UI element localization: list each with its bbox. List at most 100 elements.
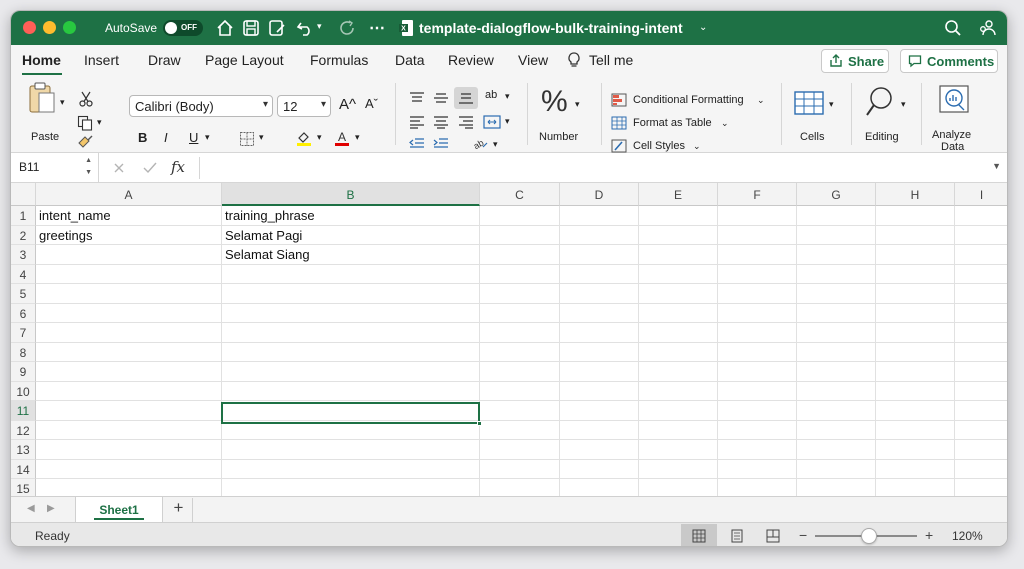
cell-g8[interactable] bbox=[797, 342, 876, 362]
align-top-icon[interactable] bbox=[409, 91, 425, 105]
save-icon[interactable] bbox=[241, 18, 261, 38]
cell-h12[interactable] bbox=[876, 420, 955, 440]
cell-i5[interactable] bbox=[955, 284, 1007, 304]
chevron-down-icon[interactable]: ⌄ bbox=[721, 118, 729, 129]
wrap-text-button[interactable]: ab bbox=[485, 89, 497, 101]
cell-g7[interactable] bbox=[797, 323, 876, 343]
account-icon[interactable] bbox=[977, 18, 997, 38]
align-left-icon[interactable] bbox=[409, 115, 425, 129]
cell-f10[interactable] bbox=[718, 381, 797, 401]
cell-d3[interactable] bbox=[560, 245, 639, 265]
cell-h6[interactable] bbox=[876, 303, 955, 323]
copy-dropdown-icon[interactable]: ▾ bbox=[97, 117, 102, 128]
cell-b1[interactable]: training_phrase bbox=[222, 206, 480, 226]
cell-h1[interactable] bbox=[876, 206, 955, 226]
tab-view[interactable]: View bbox=[518, 52, 548, 68]
comments-button[interactable]: Comments bbox=[900, 49, 998, 73]
cell-i14[interactable] bbox=[955, 460, 1007, 479]
cell-c10[interactable] bbox=[480, 381, 560, 401]
underline-button[interactable]: U bbox=[189, 130, 198, 145]
cell-a12[interactable] bbox=[36, 420, 222, 440]
cell-d8[interactable] bbox=[560, 342, 639, 362]
fill-color-icon[interactable] bbox=[295, 129, 313, 147]
font-name-select[interactable]: Calibri (Body) ▾ bbox=[129, 95, 273, 117]
format-painter-icon[interactable] bbox=[77, 135, 93, 149]
align-middle-icon[interactable] bbox=[433, 91, 449, 105]
cell-a3[interactable] bbox=[36, 245, 222, 265]
cell-g2[interactable] bbox=[797, 225, 876, 245]
copy-icon[interactable] bbox=[77, 115, 93, 131]
cell-d15[interactable] bbox=[560, 479, 639, 496]
cell-e4[interactable] bbox=[639, 264, 718, 284]
cell-e3[interactable] bbox=[639, 245, 718, 265]
cell-h10[interactable] bbox=[876, 381, 955, 401]
cell-d5[interactable] bbox=[560, 284, 639, 304]
column-header-f[interactable]: F bbox=[718, 183, 797, 206]
zoom-slider-handle[interactable] bbox=[861, 528, 877, 544]
increase-indent-icon[interactable] bbox=[433, 137, 449, 149]
cell-g11[interactable] bbox=[797, 401, 876, 421]
tab-formulas[interactable]: Formulas bbox=[310, 52, 368, 68]
cell-e6[interactable] bbox=[639, 303, 718, 323]
cell-f15[interactable] bbox=[718, 479, 797, 496]
orientation-dropdown-icon[interactable]: ▾ bbox=[493, 139, 498, 150]
column-header-e[interactable]: E bbox=[639, 183, 718, 206]
tab-draw[interactable]: Draw bbox=[148, 52, 181, 68]
cell-g14[interactable] bbox=[797, 459, 876, 479]
cell-c2[interactable] bbox=[480, 225, 560, 245]
normal-view-button[interactable] bbox=[681, 524, 717, 546]
number-dropdown-icon[interactable]: ▾ bbox=[575, 99, 580, 110]
tab-page-layout[interactable]: Page Layout bbox=[205, 52, 284, 68]
autosave-toggle[interactable]: OFF bbox=[163, 20, 203, 36]
row-header-7[interactable]: 7 bbox=[11, 323, 36, 343]
spreadsheet-grid[interactable]: A B C D E F G H I 1 intent_name training_phrase 2 gre… bbox=[11, 183, 1007, 496]
cell-c8[interactable] bbox=[480, 342, 560, 362]
align-center-icon[interactable] bbox=[433, 115, 449, 129]
save-as-icon[interactable] bbox=[267, 18, 287, 38]
fill-handle[interactable] bbox=[477, 421, 482, 426]
column-header-h[interactable]: H bbox=[876, 183, 955, 206]
cell-c4[interactable] bbox=[480, 264, 560, 284]
cell-d7[interactable] bbox=[560, 323, 639, 343]
cell-d10[interactable] bbox=[560, 381, 639, 401]
editing-dropdown-icon[interactable]: ▾ bbox=[901, 99, 906, 110]
cell-a6[interactable] bbox=[36, 303, 222, 323]
zoom-out-button[interactable]: − bbox=[799, 527, 807, 543]
undo-dropdown-icon[interactable]: ▾ bbox=[317, 21, 322, 32]
wrap-text-dropdown-icon[interactable]: ▾ bbox=[505, 91, 510, 102]
cell-h3[interactable] bbox=[876, 245, 955, 265]
cell-i10[interactable] bbox=[955, 382, 1007, 401]
cells-icon[interactable] bbox=[793, 89, 825, 117]
conditional-formatting-button[interactable]: Conditional Formatting bbox=[633, 94, 744, 106]
cell-b7[interactable] bbox=[222, 323, 480, 343]
cell-f9[interactable] bbox=[718, 362, 797, 382]
cell-d14[interactable] bbox=[560, 459, 639, 479]
cell-d1[interactable] bbox=[560, 206, 639, 226]
tell-me-search[interactable]: Tell me bbox=[589, 52, 633, 68]
cell-e12[interactable] bbox=[639, 420, 718, 440]
cell-i1[interactable] bbox=[955, 206, 1007, 226]
cell-h5[interactable] bbox=[876, 284, 955, 304]
cell-b14[interactable] bbox=[222, 459, 480, 479]
home-icon[interactable] bbox=[215, 18, 235, 38]
cell-d6[interactable] bbox=[560, 303, 639, 323]
document-title[interactable]: template-dialogflow-bulk-training-intent bbox=[419, 20, 683, 36]
paste-dropdown-icon[interactable]: ▾ bbox=[60, 97, 65, 108]
cell-d4[interactable] bbox=[560, 264, 639, 284]
cell-i15[interactable] bbox=[955, 479, 1007, 496]
cell-e11[interactable] bbox=[639, 401, 718, 421]
find-magnifier-icon[interactable] bbox=[865, 85, 897, 119]
cell-b9[interactable] bbox=[222, 362, 480, 382]
sheet-tab-sheet1[interactable]: Sheet1 bbox=[75, 497, 163, 523]
tab-review[interactable]: Review bbox=[448, 52, 494, 68]
cell-d11[interactable] bbox=[560, 401, 639, 421]
cell-i8[interactable] bbox=[955, 343, 1007, 362]
next-sheet-icon[interactable]: ▶ bbox=[47, 503, 55, 514]
cell-f14[interactable] bbox=[718, 459, 797, 479]
cell-f6[interactable] bbox=[718, 303, 797, 323]
cell-i11[interactable] bbox=[955, 401, 1007, 421]
row-header-13[interactable]: 13 bbox=[11, 440, 36, 460]
cell-e7[interactable] bbox=[639, 323, 718, 343]
zoom-percentage[interactable]: 120% bbox=[952, 529, 983, 543]
cell-a5[interactable] bbox=[36, 284, 222, 304]
